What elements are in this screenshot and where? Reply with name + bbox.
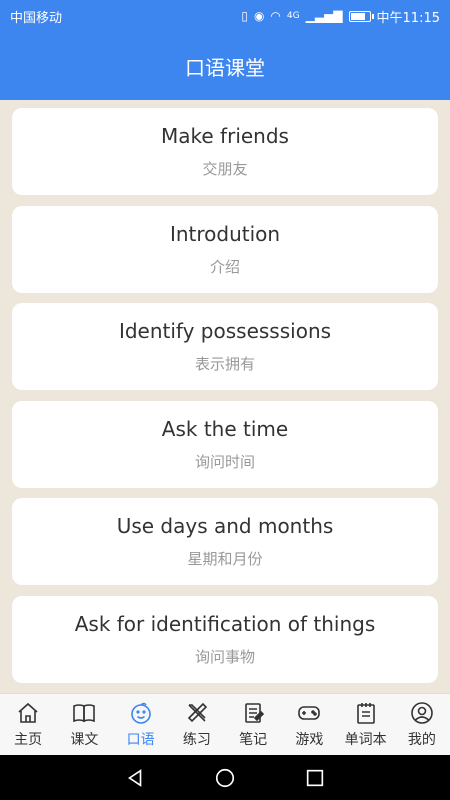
tab-label: 游戏 bbox=[295, 731, 324, 748]
notebook-icon bbox=[245, 702, 265, 723]
user-icon bbox=[411, 701, 433, 724]
page-header: 口语课堂 bbox=[0, 32, 450, 100]
lesson-subtitle: 介绍 bbox=[209, 257, 240, 276]
pencil-ruler-icon bbox=[187, 702, 208, 722]
lesson-title: Make friends bbox=[161, 124, 289, 148]
tab-label: 课文 bbox=[70, 731, 99, 748]
back-icon[interactable] bbox=[124, 767, 146, 789]
carrier-label: 中国移动 bbox=[10, 10, 63, 26]
lesson-list: Make friends 交朋友 Introdution 介绍 Identify… bbox=[12, 108, 438, 693]
tab-label: 主页 bbox=[14, 731, 43, 748]
tab-label: 我的 bbox=[407, 731, 436, 748]
lesson-title: Identify possesssions bbox=[118, 319, 332, 343]
tab-games[interactable]: 游戏 bbox=[281, 694, 337, 755]
tab-texts[interactable]: 课文 bbox=[56, 694, 112, 755]
calendar-notebook-icon bbox=[356, 702, 375, 724]
smile-face-icon bbox=[130, 702, 151, 724]
lesson-title: Use days and months bbox=[116, 514, 334, 538]
lesson-subtitle: 询问事物 bbox=[194, 647, 255, 666]
lesson-title: Introdution bbox=[169, 221, 281, 246]
battery-fill bbox=[350, 12, 365, 20]
battery-icon bbox=[348, 10, 374, 22]
tab-label: 口语 bbox=[126, 731, 155, 748]
gamepad-icon bbox=[298, 705, 321, 720]
tab-label: 练习 bbox=[182, 731, 211, 748]
lesson-subtitle: 询问时间 bbox=[194, 452, 255, 471]
lesson-card-make-friends[interactable]: Make friends 交朋友 bbox=[12, 108, 438, 195]
status-bar: 中国移动 ▯ ◉ ◠ 4G ▁▃▅▇ 中午11:15 bbox=[0, 0, 450, 32]
tab-profile[interactable]: 我的 bbox=[394, 694, 450, 755]
lesson-card-ask-the-time[interactable]: Ask the time 询问时间 bbox=[12, 400, 438, 488]
lesson-subtitle: 星期和月份 bbox=[187, 550, 263, 568]
bottom-tab-bar: 主页 课文 口语 练习 笔记 游戏 单词本 我的 bbox=[0, 693, 450, 755]
lesson-card-identify-possessions[interactable]: Identify possesssions 表示拥有 bbox=[12, 303, 438, 390]
status-indicators: ▯ ◉ ◠ 4G ▁▃▅▇ 中午11:15 bbox=[241, 7, 440, 26]
book-icon bbox=[73, 703, 96, 722]
tab-practice[interactable]: 练习 bbox=[169, 694, 225, 755]
eye-icon: ◉ bbox=[253, 9, 265, 23]
signal-label: 4G bbox=[286, 10, 300, 21]
tab-notes[interactable]: 笔记 bbox=[225, 694, 281, 755]
lesson-title: Ask for identification of things bbox=[74, 611, 376, 636]
system-nav-bar bbox=[0, 755, 450, 800]
tab-wordbook[interactable]: 单词本 bbox=[338, 694, 394, 755]
lesson-card-days-and-months[interactable]: Use days and months 星期和月份 bbox=[12, 498, 438, 585]
lesson-card-introdution[interactable]: Introdution 介绍 bbox=[12, 205, 438, 293]
lesson-subtitle: 表示拥有 bbox=[194, 355, 255, 373]
clock-label: 中午11:15 bbox=[376, 10, 440, 26]
lesson-card-identification-of-things[interactable]: Ask for identification of things 询问事物 bbox=[12, 595, 438, 683]
lesson-title: Ask the time bbox=[161, 416, 289, 441]
tab-home[interactable]: 主页 bbox=[0, 694, 56, 755]
page-title: 口语课堂 bbox=[185, 55, 265, 80]
home-icon bbox=[18, 702, 38, 723]
tab-label: 笔记 bbox=[239, 731, 268, 748]
signal-bars-icon: ▁▃▅▇ bbox=[305, 9, 343, 23]
vibrate-icon: ▯ bbox=[241, 9, 248, 23]
lesson-subtitle: 交朋友 bbox=[202, 160, 248, 178]
recents-icon[interactable] bbox=[304, 767, 326, 789]
wifi-icon: ◠ bbox=[270, 9, 281, 23]
tab-speaking[interactable]: 口语 bbox=[113, 694, 169, 755]
tab-label: 单词本 bbox=[344, 731, 387, 748]
home-circle-icon[interactable] bbox=[214, 767, 236, 789]
